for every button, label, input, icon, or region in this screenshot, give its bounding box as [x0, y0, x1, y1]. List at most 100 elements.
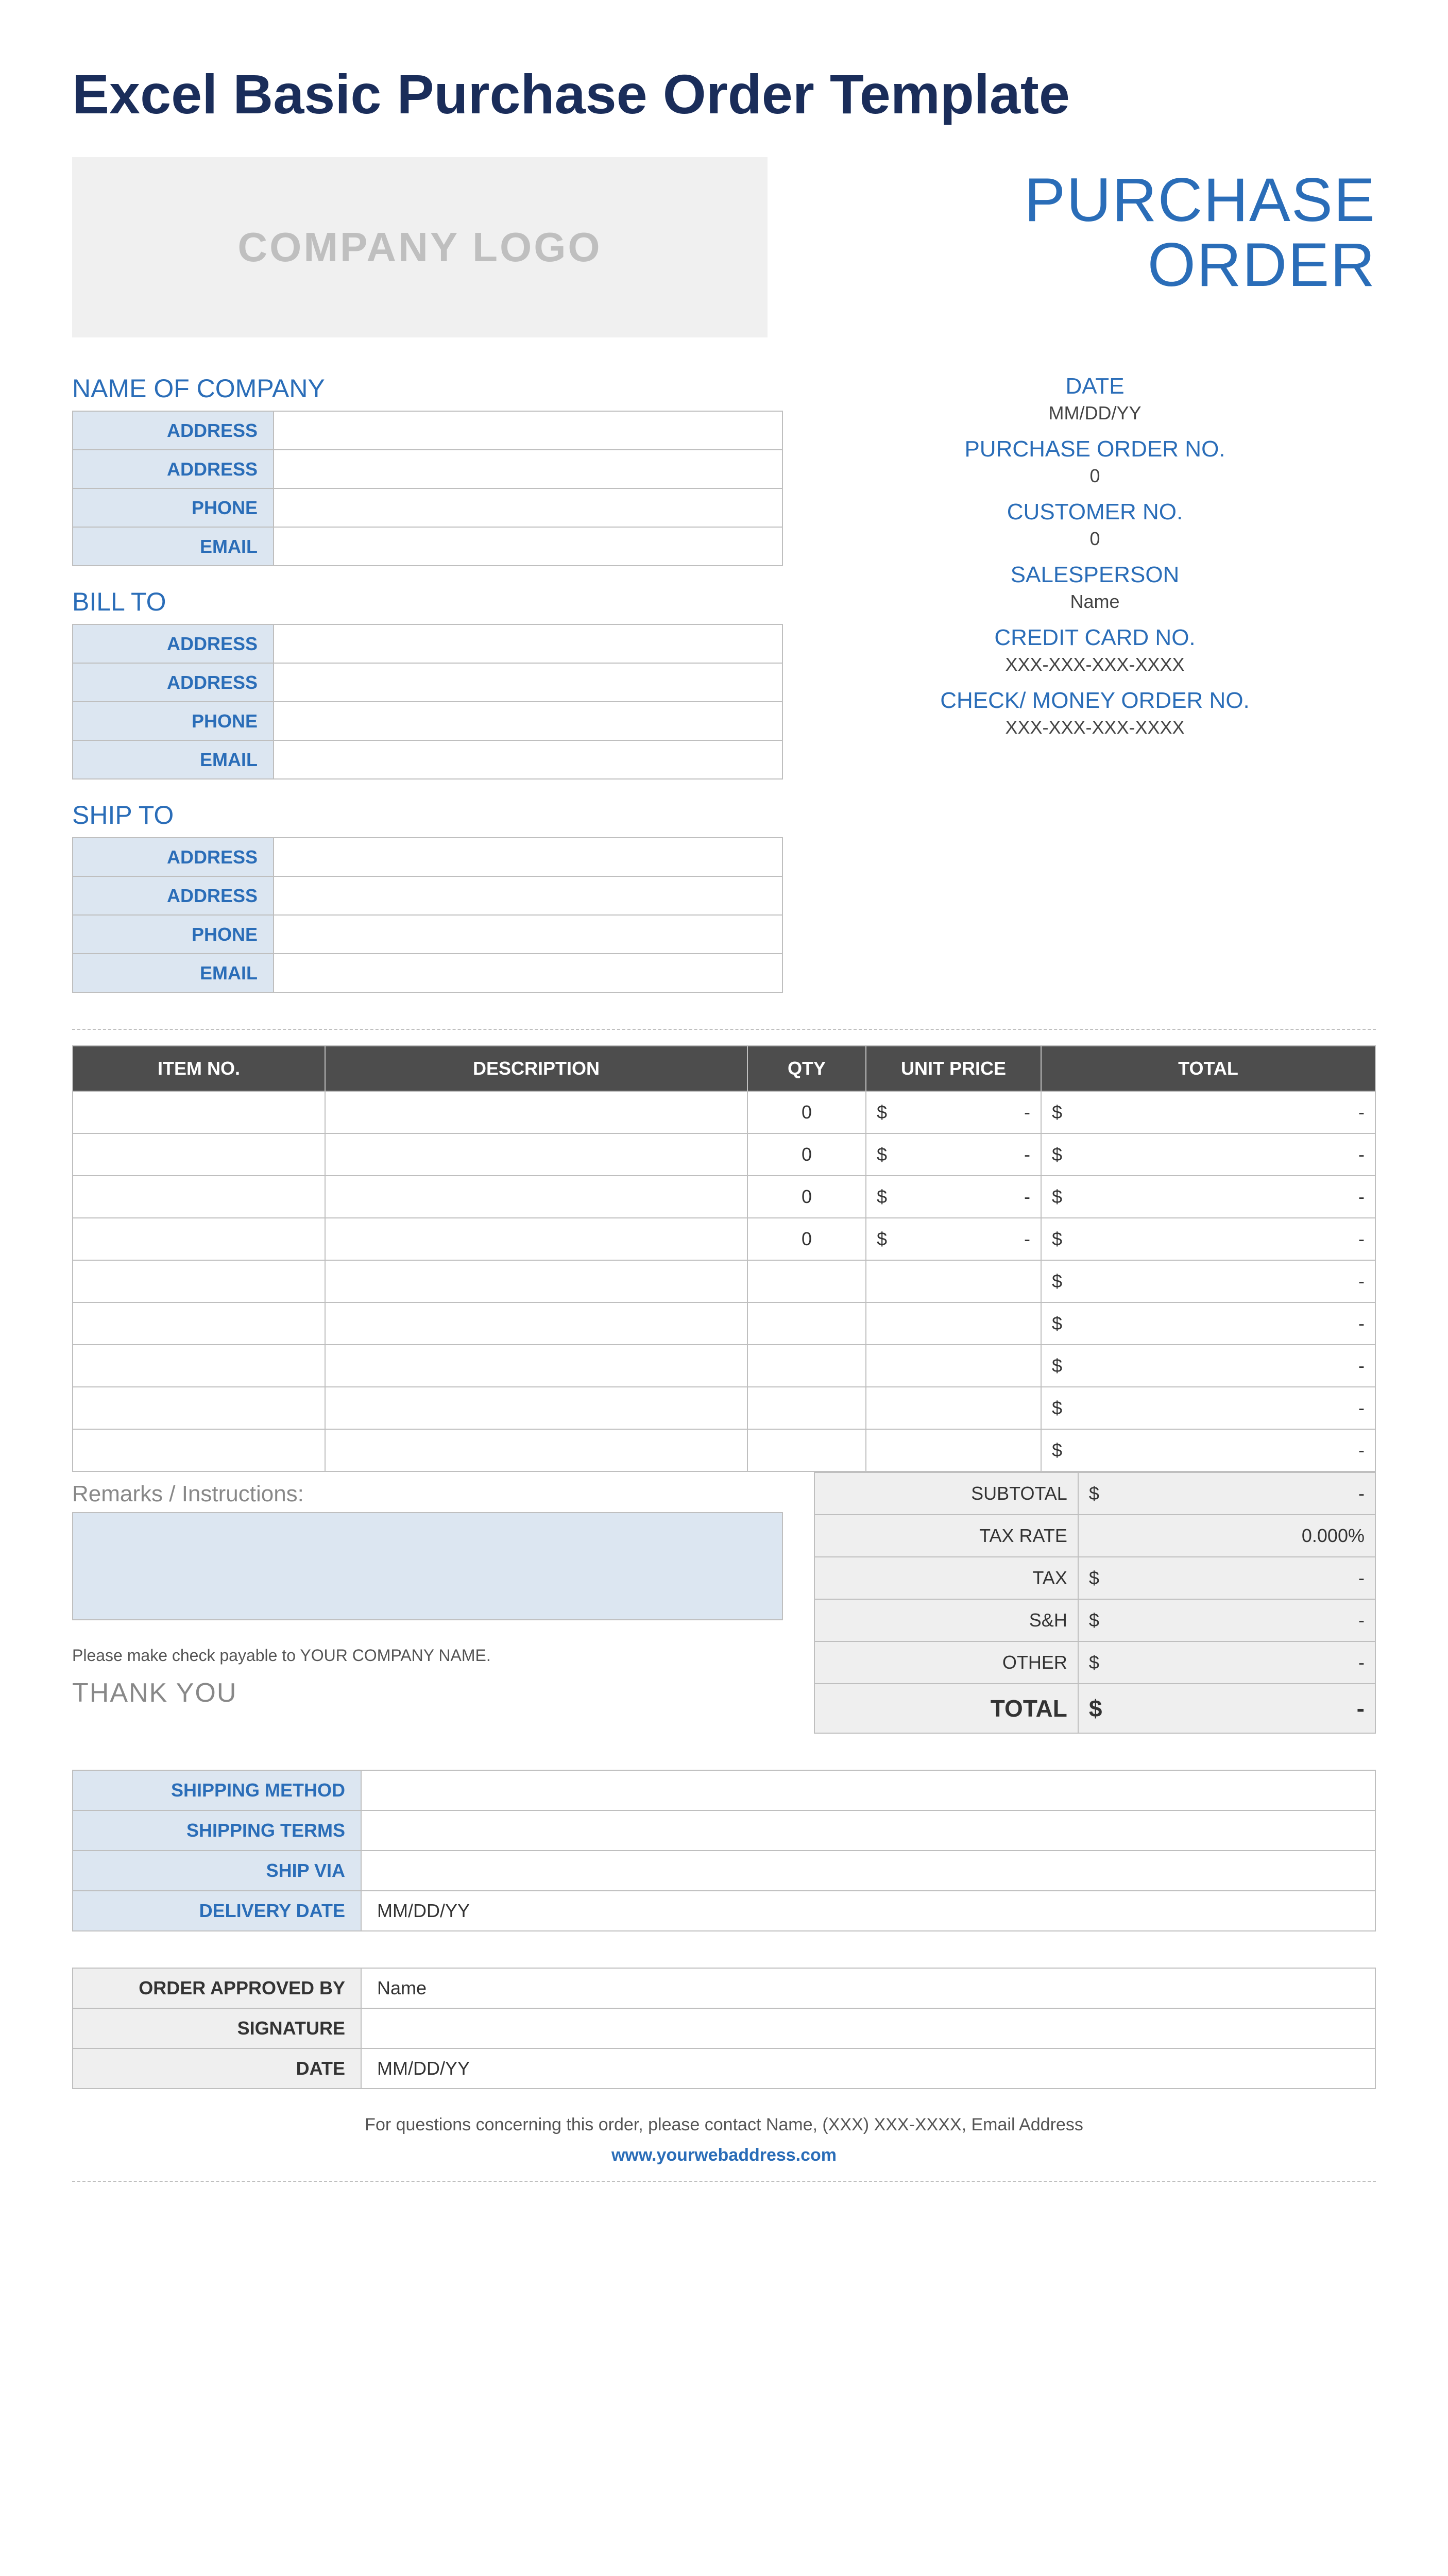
customer-no-value[interactable]: 0	[814, 528, 1376, 550]
company-address-value[interactable]	[274, 411, 782, 450]
remarks-box[interactable]	[72, 1512, 783, 1620]
shipto-address2-value[interactable]	[274, 876, 782, 915]
item-no-cell[interactable]	[73, 1218, 325, 1260]
item-total-cell: $-	[1041, 1387, 1375, 1429]
billto-address2-label: ADDRESS	[73, 663, 274, 702]
salesperson-value[interactable]: Name	[814, 591, 1376, 613]
item-desc-cell[interactable]	[325, 1345, 747, 1387]
divider	[72, 1029, 1376, 1030]
grand-total-label: TOTAL	[814, 1684, 1078, 1733]
shipping-method-value[interactable]	[361, 1770, 1375, 1810]
sh-value[interactable]: $-	[1078, 1599, 1375, 1641]
item-no-cell[interactable]	[73, 1302, 325, 1345]
item-unit-cell[interactable]	[866, 1429, 1041, 1471]
item-unit-cell[interactable]: $-	[866, 1176, 1041, 1218]
footer-url[interactable]: www.yourwebaddress.com	[72, 2145, 1376, 2165]
item-total-cell: $-	[1041, 1133, 1375, 1176]
item-qty-cell[interactable]: 0	[747, 1218, 866, 1260]
item-no-cell[interactable]	[73, 1133, 325, 1176]
item-no-cell[interactable]	[73, 1091, 325, 1133]
item-row: 0$-$-	[73, 1091, 1375, 1133]
billto-email-value[interactable]	[274, 740, 782, 779]
company-email-value[interactable]	[274, 527, 782, 566]
item-desc-cell[interactable]	[325, 1091, 747, 1133]
billto-phone-value[interactable]	[274, 702, 782, 740]
shipto-table: ADDRESS ADDRESS PHONE EMAIL	[72, 837, 783, 993]
shipping-method-label: SHIPPING METHOD	[73, 1770, 361, 1810]
item-no-cell[interactable]	[73, 1176, 325, 1218]
item-desc-cell[interactable]	[325, 1302, 747, 1345]
item-unit-cell[interactable]: $-	[866, 1218, 1041, 1260]
shipto-email-value[interactable]	[274, 954, 782, 992]
item-qty-cell[interactable]	[747, 1429, 866, 1471]
payable-note: Please make check payable to YOUR COMPAN…	[72, 1646, 783, 1665]
item-unit-cell[interactable]: $-	[866, 1091, 1041, 1133]
billto-heading: BILL TO	[72, 587, 783, 617]
item-desc-cell[interactable]	[325, 1387, 747, 1429]
line-items-table: ITEM NO. DESCRIPTION QTY UNIT PRICE TOTA…	[72, 1045, 1376, 1472]
item-desc-cell[interactable]	[325, 1133, 747, 1176]
remarks-label: Remarks / Instructions:	[72, 1481, 783, 1507]
billto-table: ADDRESS ADDRESS PHONE EMAIL	[72, 624, 783, 779]
company-address-label: ADDRESS	[73, 411, 274, 450]
col-item-no: ITEM NO.	[73, 1046, 325, 1091]
item-no-cell[interactable]	[73, 1345, 325, 1387]
item-no-cell[interactable]	[73, 1429, 325, 1471]
subtotal-value: $-	[1078, 1472, 1375, 1515]
shipping-terms-value[interactable]	[361, 1810, 1375, 1851]
tax-value: $-	[1078, 1557, 1375, 1599]
item-qty-cell[interactable]	[747, 1387, 866, 1429]
footer-contact: For questions concerning this order, ple…	[72, 2115, 1376, 2135]
delivery-date-value[interactable]: MM/DD/YY	[361, 1891, 1375, 1931]
shipto-heading: SHIP TO	[72, 800, 783, 830]
item-no-cell[interactable]	[73, 1260, 325, 1302]
item-total-cell: $-	[1041, 1176, 1375, 1218]
cc-no-value[interactable]: XXX-XXX-XXX-XXXX	[814, 654, 1376, 675]
po-no-value[interactable]: 0	[814, 465, 1376, 487]
shipto-phone-value[interactable]	[274, 915, 782, 954]
item-qty-cell[interactable]	[747, 1260, 866, 1302]
salesperson-label: SALESPERSON	[814, 562, 1376, 588]
other-value[interactable]: $-	[1078, 1641, 1375, 1684]
billto-address-value[interactable]	[274, 624, 782, 663]
item-qty-cell[interactable]	[747, 1345, 866, 1387]
item-no-cell[interactable]	[73, 1387, 325, 1429]
item-row: $-	[73, 1387, 1375, 1429]
approval-date-value[interactable]: MM/DD/YY	[361, 2048, 1375, 2089]
taxrate-value[interactable]: 0.000%	[1078, 1515, 1375, 1557]
delivery-date-label: DELIVERY DATE	[73, 1891, 361, 1931]
item-unit-cell[interactable]: $-	[866, 1133, 1041, 1176]
date-value[interactable]: MM/DD/YY	[814, 402, 1376, 424]
item-qty-cell[interactable]	[747, 1302, 866, 1345]
signature-value[interactable]	[361, 2008, 1375, 2048]
ship-via-value[interactable]	[361, 1851, 1375, 1891]
shipto-address-value[interactable]	[274, 838, 782, 876]
item-desc-cell[interactable]	[325, 1176, 747, 1218]
sh-label: S&H	[814, 1599, 1078, 1641]
divider-bottom	[72, 2181, 1376, 2182]
company-phone-value[interactable]	[274, 488, 782, 527]
billto-address2-value[interactable]	[274, 663, 782, 702]
check-no-value[interactable]: XXX-XXX-XXX-XXXX	[814, 717, 1376, 738]
item-qty-cell[interactable]: 0	[747, 1176, 866, 1218]
item-qty-cell[interactable]: 0	[747, 1091, 866, 1133]
shipto-email-label: EMAIL	[73, 954, 274, 992]
item-desc-cell[interactable]	[325, 1260, 747, 1302]
ship-via-label: SHIP VIA	[73, 1851, 361, 1891]
approved-by-value[interactable]: Name	[361, 1968, 1375, 2008]
company-address2-value[interactable]	[274, 450, 782, 488]
item-row: 0$-$-	[73, 1176, 1375, 1218]
item-desc-cell[interactable]	[325, 1218, 747, 1260]
item-row: $-	[73, 1429, 1375, 1471]
item-unit-cell[interactable]	[866, 1260, 1041, 1302]
item-unit-cell[interactable]	[866, 1387, 1041, 1429]
check-no-label: CHECK/ MONEY ORDER NO.	[814, 688, 1376, 714]
item-qty-cell[interactable]: 0	[747, 1133, 866, 1176]
page-title: Excel Basic Purchase Order Template	[72, 62, 1376, 126]
item-desc-cell[interactable]	[325, 1429, 747, 1471]
item-total-cell: $-	[1041, 1429, 1375, 1471]
item-total-cell: $-	[1041, 1260, 1375, 1302]
item-row: $-	[73, 1260, 1375, 1302]
item-unit-cell[interactable]	[866, 1345, 1041, 1387]
item-unit-cell[interactable]	[866, 1302, 1041, 1345]
